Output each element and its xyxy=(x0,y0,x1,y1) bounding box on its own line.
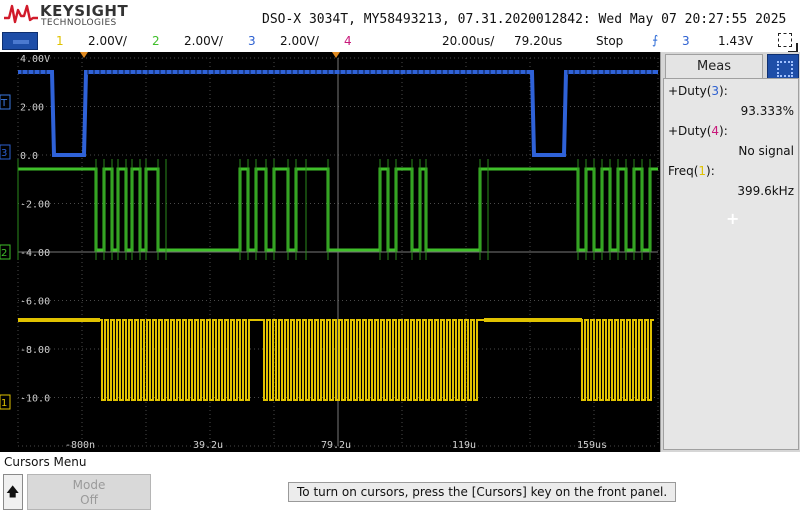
ch1-scale[interactable]: 2.00V/ xyxy=(88,34,127,48)
ch3-label[interactable]: 3 xyxy=(248,34,256,48)
ch3-scale[interactable]: 2.00V/ xyxy=(280,34,319,48)
trigger-point-marker[interactable] xyxy=(332,52,340,58)
waveform-grid: 4.00V 2.00 0.0 -2.00 -4.00 -6.00 -8.00 -10.0 -80… xyxy=(0,52,659,451)
menu-up-button[interactable] xyxy=(3,474,23,510)
meas-list: +Duty(3): 93.333% +Duty(4): No signal Fr… xyxy=(663,78,799,450)
meas-label-duty-ch3: +Duty(3): xyxy=(668,84,728,98)
cursor-mode-softkey[interactable]: Mode Off xyxy=(27,474,151,510)
ch4-label[interactable]: 4 xyxy=(344,34,352,48)
menu-title: Cursors Menu xyxy=(4,455,87,469)
ch3-ground-marker[interactable]: 3 xyxy=(0,144,11,160)
y-axis-label: -2.00 xyxy=(20,200,50,211)
meas-label-freq-ch1: Freq(1): xyxy=(668,164,715,178)
mode-label: Mode xyxy=(72,478,106,492)
trigger-delay-marker[interactable] xyxy=(80,52,88,58)
measurement-panel: Meas +Duty(3): 93.333% +Duty(4): No sign… xyxy=(660,52,800,452)
meas-value-duty-ch3: 93.333% xyxy=(740,104,794,118)
meas-tab[interactable]: Meas xyxy=(665,54,763,78)
keysight-wave-icon xyxy=(4,4,38,24)
keysight-logo: KEYSIGHT TECHNOLOGIES xyxy=(4,2,129,28)
meas-value-duty-ch4: No signal xyxy=(738,144,794,158)
x-axis-label: -800n xyxy=(65,440,95,451)
x-axis-label: 159us xyxy=(577,440,607,451)
trigger-level[interactable]: 1.43V xyxy=(718,34,753,48)
x-axis-label: 79.2u xyxy=(321,440,351,451)
trigger-level-marker[interactable]: T xyxy=(0,94,11,110)
ch1-trace xyxy=(18,319,654,401)
y-axis-label: 2.00 xyxy=(20,103,44,114)
waveform-display[interactable]: 4.00V 2.00 0.0 -2.00 -4.00 -6.00 -8.00 -10.0 -80… xyxy=(0,52,660,452)
ch1-ground-marker[interactable]: 1 xyxy=(0,394,11,410)
y-axis-label: 0.0 xyxy=(20,151,38,162)
channel-menu-button[interactable] xyxy=(2,32,38,50)
meas-label-duty-ch4: +Duty(4): xyxy=(668,124,728,138)
ch2-ground-marker[interactable]: 2 xyxy=(0,244,11,260)
ch2-label[interactable]: 2 xyxy=(152,34,160,48)
cursor-hint-message: To turn on cursors, press the [Cursors] … xyxy=(288,482,677,502)
trigger-source[interactable]: 3 xyxy=(682,34,690,48)
timebase-delay[interactable]: 79.20us xyxy=(514,34,562,48)
y-axis-label: -8.00 xyxy=(20,345,50,356)
ch2-scale[interactable]: 2.00V/ xyxy=(184,34,223,48)
y-axis-label: -10.0 xyxy=(20,394,50,405)
panel-secondary-tab[interactable] xyxy=(767,54,799,80)
run-state[interactable]: Stop xyxy=(596,34,623,48)
marker-label: T xyxy=(0,98,8,109)
x-axis-label: 119u xyxy=(452,440,476,451)
instrument-title: DSO-X 3034T, MY58493213, 07.31.202001284… xyxy=(262,12,787,27)
y-axis-label: 4.00V xyxy=(20,54,50,65)
softkey-bar: Cursors Menu Mode Off To turn on cursors… xyxy=(0,452,800,512)
x-axis-label: 39.2u xyxy=(193,440,223,451)
meas-value-freq-ch1: 399.6kHz xyxy=(737,184,794,198)
channel-status-bar: 1 2.00V/ 2 2.00V/ 3 2.00V/ 4 20.00us/ 79… xyxy=(0,30,800,53)
brand-subtitle: TECHNOLOGIES xyxy=(41,18,117,28)
marker-label: 2 xyxy=(1,248,7,259)
y-axis-label: -6.00 xyxy=(20,297,50,308)
add-measurement-icon[interactable]: + xyxy=(726,209,739,228)
zoom-select-icon[interactable] xyxy=(778,33,798,53)
ch1-label[interactable]: 1 xyxy=(56,34,64,48)
timebase-scale[interactable]: 20.00us/ xyxy=(442,34,494,48)
marker-label: 1 xyxy=(1,398,7,409)
header-bar: KEYSIGHT TECHNOLOGIES DSO-X 3034T, MY584… xyxy=(0,0,800,30)
mode-value: Off xyxy=(80,493,98,507)
y-axis-label: -4.00 xyxy=(20,248,50,259)
marker-label: 3 xyxy=(1,148,7,159)
trigger-edge-icon: ⨍ xyxy=(652,33,659,47)
